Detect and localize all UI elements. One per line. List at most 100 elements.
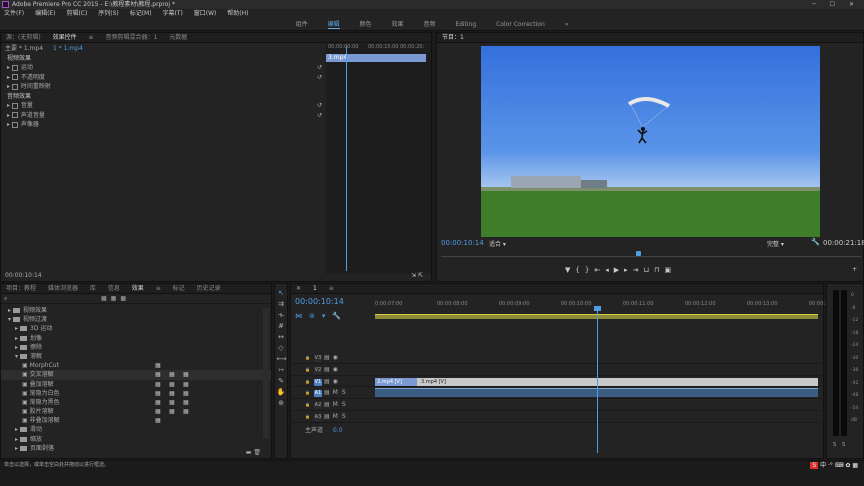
- mute-button[interactable]: M: [333, 401, 338, 408]
- workspace-color-correction[interactable]: Color Correction: [496, 21, 545, 28]
- zoom-tool-icon[interactable]: ⊕: [277, 399, 286, 408]
- effects-tree-item[interactable]: ▾ 溶解: [1, 352, 271, 361]
- effect-row-motion[interactable]: ▸ 运动 ↺: [1, 63, 326, 73]
- timeline-track-v1[interactable]: 🔒 V1 ▤ ◉ 2.mp4 [V] 3.mp4 [V]: [291, 376, 825, 388]
- linked-selection-icon[interactable]: ⊜: [309, 312, 322, 320]
- effect-preset-icon[interactable]: ▣: [22, 362, 28, 369]
- program-timecode[interactable]: 00:00:10:14: [441, 239, 484, 247]
- workspace-audio[interactable]: 音频: [423, 21, 435, 28]
- add-marker-icon[interactable]: ▾: [322, 312, 333, 320]
- effects-tree-item[interactable]: ▸ 视频效果: [1, 306, 271, 315]
- play-icon[interactable]: ▶: [614, 266, 624, 274]
- program-scrubber[interactable]: [441, 251, 861, 257]
- effects-tree-item[interactable]: ▸ 擦除: [1, 343, 271, 352]
- sync-lock-icon[interactable]: ▤: [324, 378, 330, 385]
- effects-tree-item[interactable]: ▣ 渐隐为黑色 ▦ ▦ ▦: [1, 398, 271, 407]
- solo-button[interactable]: S: [342, 389, 346, 396]
- tab-metadata[interactable]: 元数据: [164, 34, 192, 41]
- master-track[interactable]: 主声道 0.0: [305, 425, 343, 434]
- workspace-effects[interactable]: 效果: [391, 21, 403, 28]
- menu-clip[interactable]: 剪辑(C): [66, 10, 87, 17]
- timeline-track-a1[interactable]: 🔒 A1 ▤ M S: [291, 387, 825, 400]
- timeline-clip[interactable]: 3.mp4 [V]: [417, 377, 818, 386]
- mute-button[interactable]: M: [333, 389, 338, 396]
- expand-arrow-icon[interactable]: ▾: [15, 353, 18, 360]
- fx-icon[interactable]: [11, 74, 18, 80]
- collapse-arrow-icon[interactable]: ▸: [15, 436, 18, 443]
- razor-tool-icon[interactable]: ◇: [277, 344, 286, 353]
- lock-icon[interactable]: 🔒: [305, 390, 310, 395]
- eye-icon[interactable]: ◉: [333, 378, 338, 385]
- extract-icon[interactable]: ⊓: [654, 266, 664, 274]
- tab-project[interactable]: 项目：教程: [1, 285, 41, 292]
- effects-tree-item[interactable]: ▣ MorphCut ▦: [1, 361, 271, 370]
- add-button[interactable]: +: [852, 266, 857, 273]
- effects-tree-item[interactable]: ▣ 非叠加溶解 ▦: [1, 416, 271, 425]
- filter-icons[interactable]: ▦▦▦: [101, 295, 130, 302]
- fx-icon[interactable]: [11, 121, 18, 128]
- rate-stretch-tool-icon[interactable]: ↔: [277, 333, 286, 342]
- tab-source[interactable]: 源：(无剪辑): [1, 34, 46, 41]
- expand-arrow-icon[interactable]: ▾: [8, 316, 11, 323]
- effect-preset-icon[interactable]: ▣: [22, 408, 28, 415]
- mini-playhead[interactable]: [346, 46, 347, 271]
- slide-tool-icon[interactable]: ⇿: [277, 366, 286, 375]
- fit-dropdown[interactable]: 适合 ▾: [489, 239, 506, 248]
- workspace-assembly[interactable]: 组件: [296, 21, 308, 28]
- workspace-color[interactable]: 颜色: [360, 21, 372, 28]
- search-icon[interactable]: ⌕: [4, 295, 7, 303]
- window-controls[interactable]: ─ ☐ ✕: [812, 0, 860, 9]
- workspace-editing-en[interactable]: Editing: [455, 21, 476, 28]
- marker-icon[interactable]: ▼: [565, 266, 575, 274]
- timeline-playhead[interactable]: [597, 308, 598, 453]
- sync-lock-icon[interactable]: ▤: [324, 366, 330, 373]
- menu-help[interactable]: 帮助(H): [227, 10, 248, 17]
- tab-sequence[interactable]: 1: [308, 285, 322, 292]
- fx-icon[interactable]: [11, 102, 18, 109]
- tab-markers[interactable]: 标记: [168, 285, 190, 292]
- effects-tree-item[interactable]: ▣ 交叉溶解 ▦ ▦ ▦: [1, 370, 271, 380]
- lift-icon[interactable]: ⊔: [644, 266, 654, 274]
- tab-effect-controls[interactable]: 效果控件: [48, 34, 82, 41]
- effects-tree-item[interactable]: ▸ 页面剥落: [1, 444, 271, 453]
- step-back-icon[interactable]: ◂: [605, 266, 614, 274]
- effect-preset-icon[interactable]: ▣: [22, 381, 28, 388]
- effect-row-volume[interactable]: ▸ 音量 ↺: [1, 101, 326, 111]
- reset-icon[interactable]: ↺: [317, 73, 322, 83]
- menu-file[interactable]: 文件(F): [4, 10, 24, 17]
- settings-icon[interactable]: 🔧: [811, 238, 820, 246]
- tab-menu-icon[interactable]: ≡: [324, 285, 339, 292]
- tab-effects[interactable]: 效果: [127, 285, 149, 292]
- effect-row-opacity[interactable]: ▸ 不透明度 ↺: [1, 73, 326, 83]
- track-target-button[interactable]: V1: [313, 378, 322, 386]
- sync-lock-icon[interactable]: ▤: [324, 401, 330, 408]
- workspace-more[interactable]: »: [565, 21, 569, 28]
- effects-scrollbar[interactable]: [263, 308, 269, 438]
- sync-lock-icon[interactable]: ▤: [324, 413, 330, 420]
- transport-controls[interactable]: ▼{}⇤◂▶▸⇥⊔⊓▣: [565, 266, 676, 274]
- effect-row-panner[interactable]: ▸ 声像器: [1, 120, 326, 130]
- menu-sequence[interactable]: 序列(S): [98, 10, 119, 17]
- track-target-button[interactable]: V3: [313, 355, 322, 362]
- mute-button[interactable]: M: [333, 413, 338, 420]
- timeline-toolbar[interactable]: ⋈⊜▾🔧: [295, 312, 348, 320]
- effect-row-time-remap[interactable]: ▸ 时间重映射: [1, 82, 326, 92]
- track-target-button[interactable]: A3: [313, 414, 322, 421]
- lock-icon[interactable]: 🔒: [305, 414, 310, 419]
- menu-title[interactable]: 字幕(T): [162, 10, 182, 17]
- pen-tool-icon[interactable]: ✎: [277, 377, 286, 386]
- effects-tree-item[interactable]: ▾ 视频过渡: [1, 315, 271, 324]
- timeline-track-a3[interactable]: 🔒 A3 ▤ M S: [291, 411, 825, 423]
- track-target-button[interactable]: V2: [313, 366, 322, 374]
- solo-button[interactable]: S: [342, 401, 346, 408]
- workspace-editing[interactable]: 编辑: [327, 21, 340, 29]
- track-target-button[interactable]: A2: [313, 402, 322, 410]
- program-playhead[interactable]: [636, 251, 642, 256]
- mini-clip[interactable]: 3.mp4: [326, 54, 426, 62]
- effect-preset-icon[interactable]: ▣: [22, 390, 28, 397]
- track-target-button[interactable]: A1: [313, 390, 322, 398]
- collapse-arrow-icon[interactable]: ▸: [15, 325, 18, 332]
- lock-icon[interactable]: 🔒: [305, 355, 310, 360]
- lock-icon[interactable]: 🔒: [305, 402, 310, 407]
- snap-icon[interactable]: ⋈: [295, 312, 309, 320]
